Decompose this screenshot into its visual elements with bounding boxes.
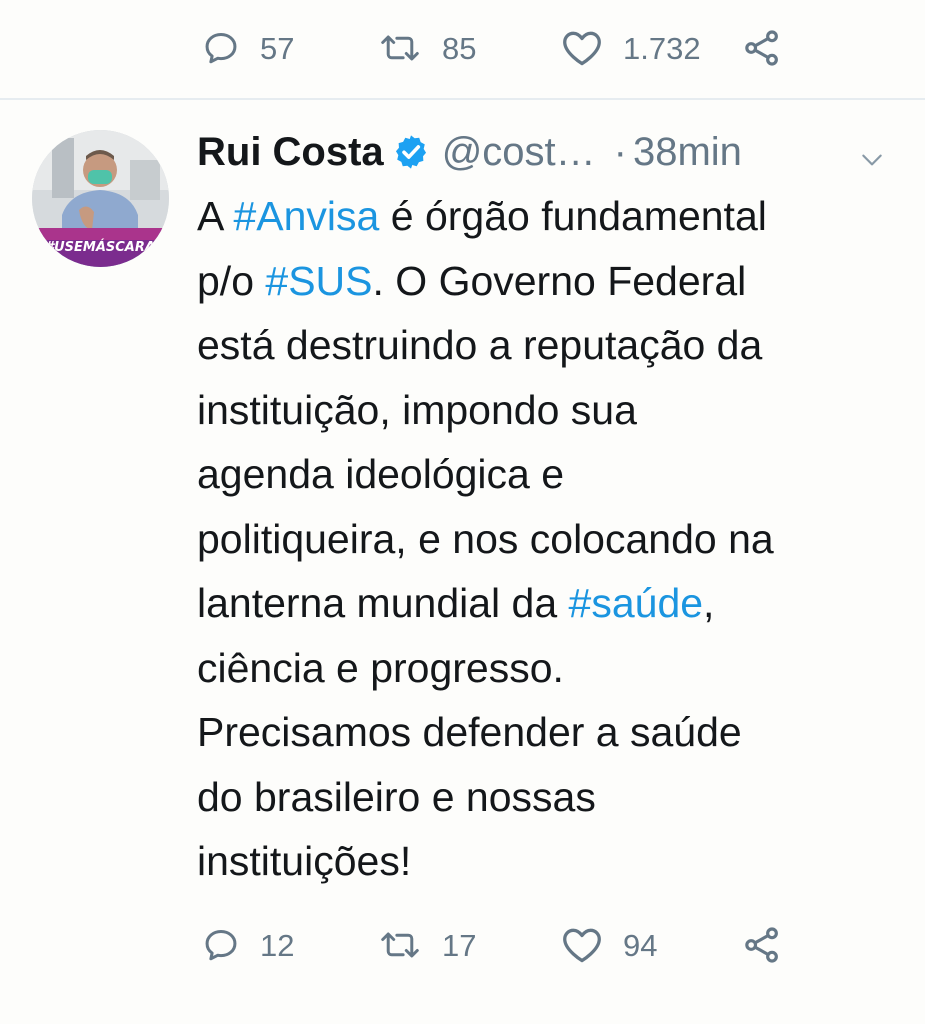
reply-count: 57 [260,30,295,66]
tweet-text-segment: é órgão fundamental [379,193,767,239]
tweet-text-segment: A [197,193,234,239]
retweet-button[interactable]: 17 [378,926,476,964]
share-icon [742,28,782,68]
tweet-header: Rui Costa @cost… · 38min [197,124,897,180]
retweet-count: 85 [442,30,477,66]
avatar-image: #USEMÁSCARA [32,130,169,267]
avatar-banner-text: #USEMÁSCARA [45,239,155,255]
tweet-text-segment: politiqueira, e nos colocando na [197,515,774,562]
tweet-text-line: A #Anvisa é órgão fundamental [197,184,907,249]
share-icon [742,925,782,965]
verified-badge-icon [392,133,430,171]
avatar[interactable]: #USEMÁSCARA [32,130,169,267]
hashtag-link[interactable]: #saúde [569,580,704,626]
reply-button[interactable]: 57 [202,29,294,67]
like-button[interactable]: 94 [561,926,657,964]
share-button[interactable] [742,28,782,68]
tweet-text-segment: está destruindo a reputação da [197,322,763,368]
tweet-text-line: instituição, impondo sua [197,378,907,443]
tweet-text-segment: Precisamos defender a saúde [197,709,742,755]
tweet-text-segment: , [703,580,715,626]
handle[interactable]: @cost… [442,130,596,175]
like-button[interactable]: 1.732 [561,29,701,67]
reply-count: 12 [260,927,295,963]
tweet-divider [0,98,925,100]
tweet-text-line: politiqueira, e nos colocando na [197,507,907,572]
tweet-text-segment: p/o [197,257,266,304]
tweet-action-bar: 12 17 94 [0,915,925,975]
header-separator: · [613,129,627,174]
hashtag-link[interactable]: #SUS [265,258,372,304]
tweet-text-segment: instituição, impondo sua [197,386,637,433]
display-name[interactable]: Rui Costa [197,130,384,175]
tweet-text: A #Anvisa é órgão fundamental p/o #SUS. O… [197,184,907,894]
tweet-text-segment: instituições! [197,838,412,884]
tweet-text-segment: lanterna mundial da [197,580,569,626]
share-button[interactable] [742,925,782,965]
tweet-text-segment: . O Governo Federal [372,257,747,304]
tweet-text-line: está destruindo a reputação da [197,313,907,378]
timestamp[interactable]: 38min [633,130,742,175]
hashtag-link[interactable]: #Anvisa [233,193,379,239]
previous-tweet-action-bar: 57 85 1.732 [0,18,925,78]
tweet-text-line: lanterna mundial da #saúde, [197,571,907,636]
retweet-button[interactable]: 85 [378,29,476,67]
retweet-icon [378,29,422,67]
tweet-text-line: p/o #SUS. O Governo Federal [197,249,907,314]
heart-icon [561,926,603,964]
heart-icon [561,29,603,67]
reply-icon [202,29,240,67]
tweet-text-line: Precisamos defender a saúde [197,700,907,765]
tweet-text-segment: do brasileiro e nossas [197,773,596,820]
tweet-text-segment: ciência e progresso. [197,644,564,691]
tweet-text-line: instituições! [197,829,907,894]
reply-button[interactable]: 12 [202,926,294,964]
retweet-count: 17 [442,927,477,963]
like-count: 94 [623,927,658,963]
tweet-text-line: agenda ideológica e [197,442,907,507]
like-count: 1.732 [623,30,701,66]
reply-icon [202,926,240,964]
chevron-down-icon[interactable] [859,138,885,183]
tweet-text-segment: agenda ideológica e [197,451,565,497]
retweet-icon [378,926,422,964]
tweet-text-line: ciência e progresso. [197,636,907,701]
tweet-text-line: do brasileiro e nossas [197,765,907,830]
